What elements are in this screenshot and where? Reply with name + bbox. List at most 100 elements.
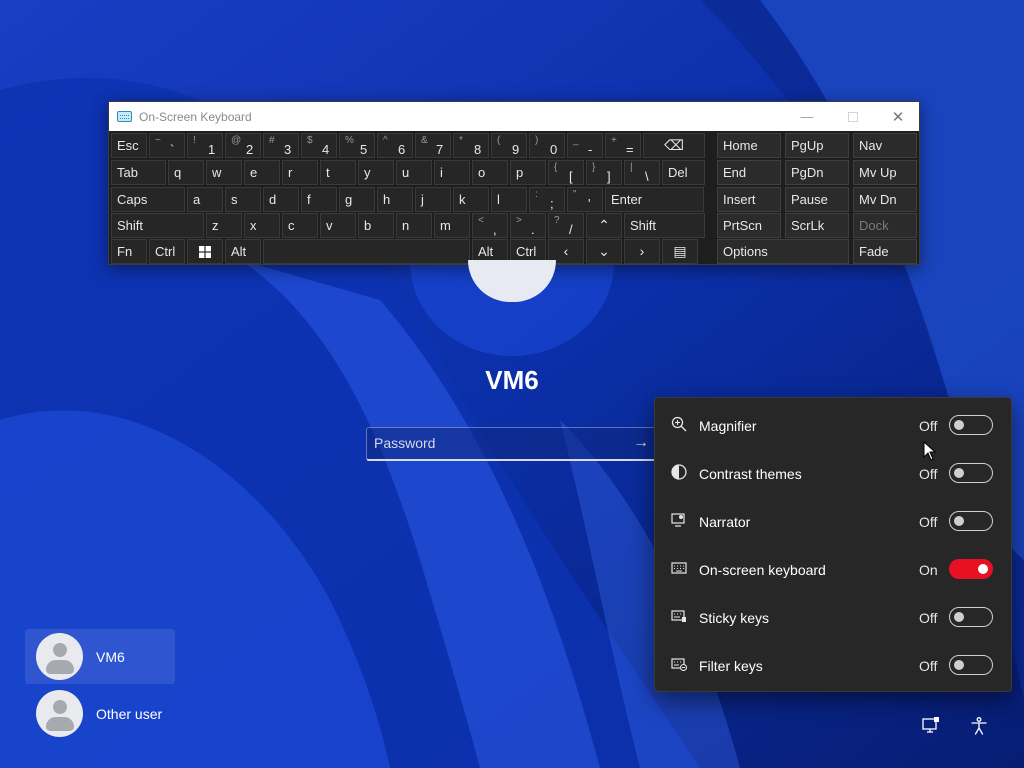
key-fade[interactable]: Fade [853, 239, 917, 264]
key-t[interactable]: t [320, 160, 356, 185]
key-tab[interactable]: Tab [111, 160, 166, 185]
key-l[interactable]: l [491, 187, 527, 212]
key-scrlk[interactable]: ScrLk [785, 213, 849, 238]
key-label: PrtScn [723, 218, 763, 233]
key-label: 7 [436, 142, 444, 157]
key-enter[interactable]: Enter [605, 187, 704, 212]
key-shift[interactable]: Shift [111, 213, 204, 238]
key-backspace[interactable]: ⌫ [643, 133, 705, 158]
key-j[interactable]: j [415, 187, 451, 212]
key-e[interactable]: e [244, 160, 280, 185]
toggle-switch[interactable] [949, 607, 993, 627]
key-0[interactable]: ) 0 [529, 133, 565, 158]
key-shift-label: & [421, 135, 428, 146]
key-'[interactable]: " ' [567, 187, 603, 212]
key-v[interactable]: v [320, 213, 356, 238]
key-nav[interactable]: Nav [853, 133, 917, 158]
key-esc[interactable]: Esc [111, 133, 147, 158]
key-r[interactable]: r [282, 160, 318, 185]
key-dock[interactable]: Dock [853, 213, 917, 238]
key-8[interactable]: * 8 [453, 133, 489, 158]
key-.[interactable]: >. [510, 213, 546, 238]
key-,[interactable]: <, [472, 213, 508, 238]
key-alt[interactable]: Alt [225, 239, 261, 264]
key-s[interactable]: s [225, 187, 261, 212]
key-m[interactable]: m [434, 213, 470, 238]
key-ctrl[interactable]: Ctrl [149, 239, 185, 264]
key-9[interactable]: (9 [491, 133, 527, 158]
user-tile-vm6[interactable]: VM6 [25, 629, 175, 684]
key-label: n [402, 218, 410, 233]
key-caps[interactable]: Caps [111, 187, 185, 212]
key-6[interactable]: ^ 6 [377, 133, 413, 158]
key-mv-up[interactable]: Mv Up [853, 160, 917, 185]
key-c[interactable]: c [282, 213, 318, 238]
toggle-switch[interactable] [949, 463, 993, 483]
maximize-button[interactable] [830, 102, 876, 131]
key-1[interactable]: ! 1 [187, 133, 223, 158]
key-del[interactable]: Del [662, 160, 705, 185]
key-2[interactable]: @2 [225, 133, 261, 158]
key-fn[interactable]: Fn [111, 239, 147, 264]
accessibility-icon[interactable] [969, 716, 989, 736]
network-icon[interactable] [921, 716, 941, 736]
key-n[interactable]: n [396, 213, 432, 238]
key-k[interactable]: k [453, 187, 489, 212]
key-pgup[interactable]: PgUp [785, 133, 849, 158]
key-home[interactable]: Home [717, 133, 781, 158]
key-=[interactable]: + = [605, 133, 641, 158]
key-][interactable]: }] [586, 160, 622, 185]
key-b[interactable]: b [358, 213, 394, 238]
key-windows-logo[interactable] [187, 239, 223, 264]
key-prtscn[interactable]: PrtScn [717, 213, 781, 238]
key-p[interactable]: p [510, 160, 546, 185]
toggle-switch[interactable] [949, 655, 993, 675]
toggle-switch[interactable] [949, 511, 993, 531]
key-backslash[interactable]: | \ [624, 160, 660, 185]
toggle-knob [954, 468, 964, 478]
toggle-switch[interactable] [949, 415, 993, 435]
key-label: 1 [208, 142, 216, 157]
key-d[interactable]: d [263, 187, 299, 212]
key-g[interactable]: g [339, 187, 375, 212]
key-menu-key[interactable]: ▤ [662, 239, 698, 264]
key-`[interactable]: ~ ` [149, 133, 185, 158]
key-h[interactable]: h [377, 187, 413, 212]
user-tile-other-user[interactable]: Other user [25, 686, 175, 741]
key-shift[interactable]: Shift [624, 213, 705, 238]
key-w[interactable]: w [206, 160, 242, 185]
toggle-switch[interactable] [949, 559, 993, 579]
password-input[interactable] [367, 428, 627, 458]
key-y[interactable]: y [358, 160, 394, 185]
key-7[interactable]: & 7 [415, 133, 451, 158]
osk-titlebar[interactable]: On-Screen Keyboard — ✕ [109, 102, 919, 131]
key-q[interactable]: q [168, 160, 204, 185]
key-/[interactable]: ? / [548, 213, 584, 238]
key-arrow-up[interactable]: ⌃ [586, 213, 622, 238]
key-4[interactable]: $4 [301, 133, 337, 158]
key-[[interactable]: {[ [548, 160, 584, 185]
key-5[interactable]: % 5 [339, 133, 375, 158]
key-z[interactable]: z [206, 213, 242, 238]
key-3[interactable]: #3 [263, 133, 299, 158]
key-o[interactable]: o [472, 160, 508, 185]
key-pause[interactable]: Pause [785, 187, 849, 212]
key-i[interactable]: i [434, 160, 470, 185]
key-u[interactable]: u [396, 160, 432, 185]
key-space[interactable] [263, 239, 470, 264]
key-insert[interactable]: Insert [717, 187, 781, 212]
key-pgdn[interactable]: PgDn [785, 160, 849, 185]
key-;[interactable]: :; [529, 187, 565, 212]
key-mv-dn[interactable]: Mv Dn [853, 187, 917, 212]
key-end[interactable]: End [717, 160, 781, 185]
key-arrow-right[interactable]: › [624, 239, 660, 264]
minimize-button[interactable]: — [784, 102, 830, 131]
key-a[interactable]: a [187, 187, 223, 212]
key--[interactable]: _ - [567, 133, 603, 158]
key-arrow-down[interactable]: ⌄ [586, 239, 622, 264]
submit-arrow-icon[interactable]: → [631, 433, 651, 453]
key-x[interactable]: x [244, 213, 280, 238]
key-f[interactable]: f [301, 187, 337, 212]
key-options[interactable]: Options [717, 239, 849, 264]
close-button[interactable]: ✕ [875, 102, 921, 131]
